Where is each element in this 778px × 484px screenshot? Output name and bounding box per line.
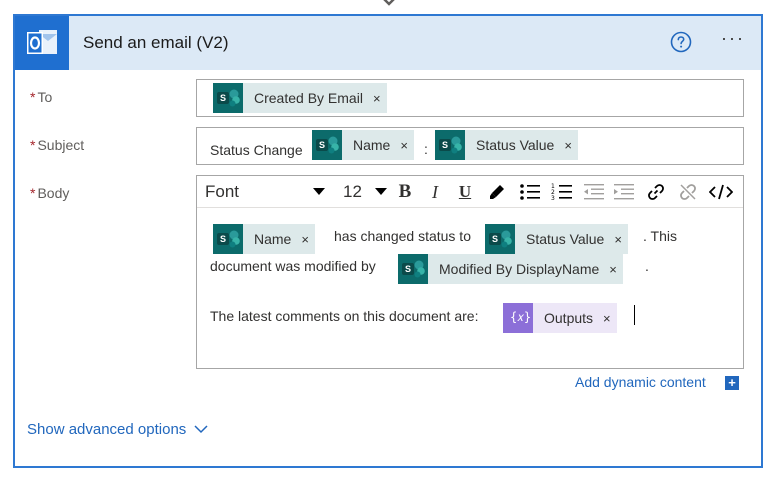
flow-connector-arrow-icon <box>383 0 395 6</box>
remove-token-icon[interactable]: × <box>614 232 622 247</box>
font-dropdown[interactable]: Font <box>205 176 325 208</box>
unlink-icon[interactable] <box>675 176 701 208</box>
show-advanced-options-link[interactable]: Show advanced options <box>27 421 186 438</box>
subject-label: * Subject <box>30 137 84 153</box>
size-label: 12 <box>343 182 362 201</box>
token-status-value[interactable]: S Status Value × <box>435 130 578 160</box>
token-label: Outputs <box>544 310 594 326</box>
subject-separator: : <box>424 141 428 157</box>
to-field[interactable]: S Created By Email × <box>196 79 744 117</box>
rich-text-toolbar: Font 12 B I U 123 <box>197 176 743 208</box>
token-name[interactable]: S Name × <box>312 130 414 160</box>
remove-token-icon[interactable]: × <box>609 262 617 277</box>
remove-token-icon[interactable]: × <box>301 232 309 247</box>
required-marker: * <box>30 89 36 105</box>
sharepoint-icon: S <box>485 224 515 254</box>
svg-text:3: 3 <box>551 195 555 201</box>
body-text-latest-comments: The latest comments on this document are… <box>210 308 479 324</box>
body-editor[interactable]: Font 12 B I U 123 S Name × has changed s… <box>196 175 744 369</box>
body-text-changed-status: has changed status to <box>334 228 471 244</box>
sharepoint-letter: S <box>489 233 501 245</box>
sharepoint-icon: S <box>213 224 243 254</box>
token-label: Created By Email <box>254 90 363 106</box>
underline-icon[interactable]: U <box>453 176 477 208</box>
plus-icon[interactable]: + <box>725 376 739 390</box>
body-label-text: Body <box>37 185 70 201</box>
italic-icon[interactable]: I <box>423 176 447 208</box>
outlook-icon <box>15 16 69 70</box>
card-header[interactable]: Send an email (V2) ··· <box>15 16 761 70</box>
sharepoint-icon: S <box>213 83 243 113</box>
token-outputs[interactable]: {𝑥} Outputs × <box>503 303 617 333</box>
more-dots-icon[interactable]: ··· <box>715 28 751 54</box>
sharepoint-letter: S <box>316 139 328 151</box>
token-created-by-email[interactable]: S Created By Email × <box>213 83 387 113</box>
font-label: Font <box>205 182 240 201</box>
chevron-down-icon[interactable] <box>193 422 209 436</box>
help-circle-icon[interactable] <box>669 30 693 54</box>
text-cursor <box>634 305 635 325</box>
subject-field[interactable]: Status Change S Name × : S Status Value … <box>196 127 744 165</box>
expression-icon-glyph: {𝑥} <box>510 310 532 324</box>
numbered-list-icon[interactable]: 123 <box>549 176 575 208</box>
sharepoint-letter: S <box>439 139 451 151</box>
body-label: * Body <box>30 185 69 201</box>
sharepoint-letter: S <box>217 92 229 104</box>
token-label: Status Value <box>476 137 555 153</box>
bulleted-list-icon[interactable] <box>517 176 543 208</box>
token-label: Status Value <box>526 231 605 247</box>
font-dropdown-icon <box>313 188 325 195</box>
remove-token-icon[interactable]: × <box>603 311 611 326</box>
token-label: Modified By DisplayName <box>439 261 600 277</box>
sharepoint-icon: S <box>435 130 465 160</box>
token-name[interactable]: S Name × <box>213 224 315 254</box>
size-dropdown[interactable]: 12 <box>343 176 387 208</box>
token-label: Name <box>254 231 292 247</box>
required-marker: * <box>30 185 36 201</box>
sharepoint-icon: S <box>398 254 428 284</box>
token-modified-by-displayname[interactable]: S Modified By DisplayName × <box>398 254 623 284</box>
sharepoint-letter: S <box>217 233 229 245</box>
subject-prefix-text: Status Change <box>210 142 303 158</box>
expression-icon: {𝑥} <box>503 303 533 333</box>
increase-indent-icon[interactable] <box>611 176 637 208</box>
body-text-period: . <box>645 258 649 274</box>
code-view-icon[interactable] <box>707 176 735 208</box>
bold-icon[interactable]: B <box>393 176 417 208</box>
sharepoint-icon: S <box>312 130 342 160</box>
remove-token-icon[interactable]: × <box>373 91 381 106</box>
action-card-send-email: Send an email (V2) ··· * To S Created By … <box>13 14 763 468</box>
body-text-this: . This <box>643 228 677 244</box>
decrease-indent-icon[interactable] <box>581 176 607 208</box>
subject-label-text: Subject <box>37 137 85 153</box>
sharepoint-letter: S <box>402 263 414 275</box>
required-marker: * <box>30 137 36 153</box>
card-title: Send an email (V2) <box>83 33 229 52</box>
highlight-icon[interactable] <box>485 176 509 208</box>
add-dynamic-content-link[interactable]: Add dynamic content <box>575 374 706 390</box>
remove-token-icon[interactable]: × <box>400 138 408 153</box>
body-text-document-modified: document was modified by <box>210 258 376 274</box>
token-status-value[interactable]: S Status Value × <box>485 224 628 254</box>
to-label-text: To <box>37 89 53 105</box>
to-label: * To <box>30 89 52 105</box>
token-label: Name <box>353 137 391 153</box>
link-icon[interactable] <box>643 176 669 208</box>
size-dropdown-icon <box>375 188 387 195</box>
remove-token-icon[interactable]: × <box>564 138 572 153</box>
